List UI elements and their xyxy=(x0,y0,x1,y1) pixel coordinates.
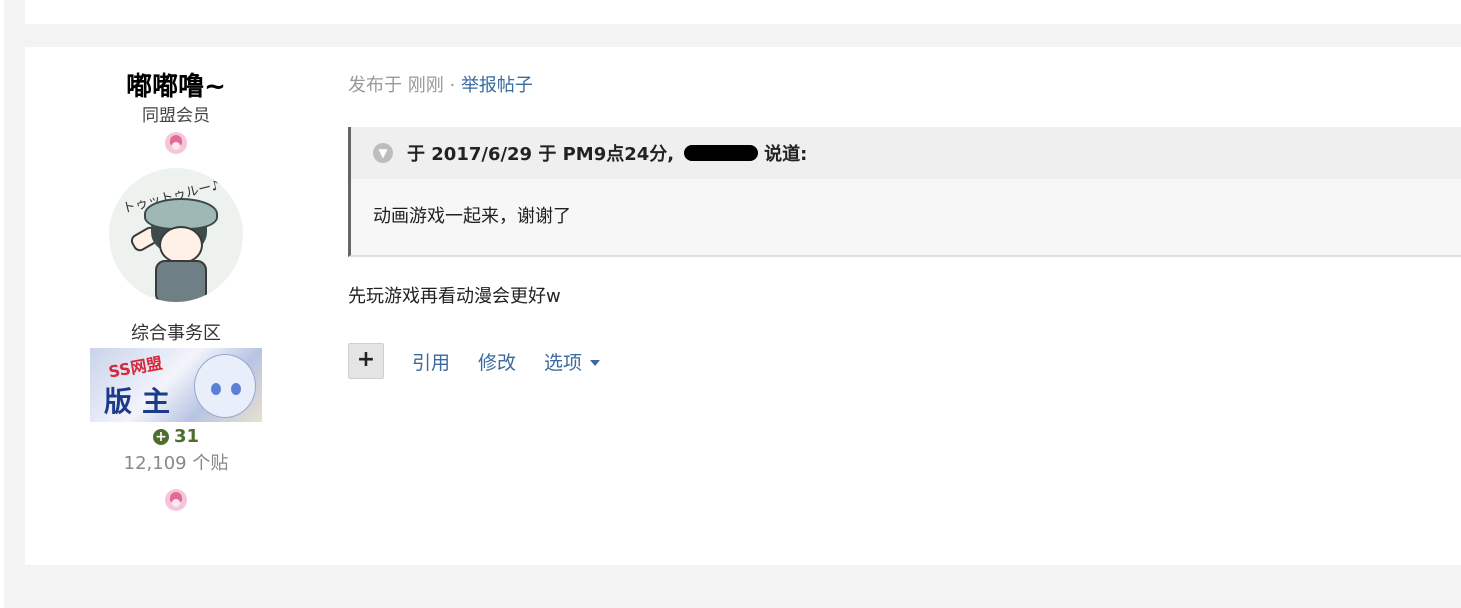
reputation-value: 31 xyxy=(173,426,200,447)
author-group: 同盟会员 xyxy=(142,106,210,126)
post-date: 发布于 刚刚 xyxy=(348,75,444,96)
plus-circle-icon: + xyxy=(152,429,169,445)
post-text: 先玩游戏再看动漫会更好w xyxy=(348,286,561,307)
author-name[interactable]: 嘟嘟噜~ xyxy=(90,71,262,103)
reputation: + 31 xyxy=(90,426,262,448)
options-label: 选项 xyxy=(544,351,583,374)
group-pip-icon xyxy=(165,132,187,154)
report-post-link[interactable]: 举报帖子 xyxy=(461,75,533,96)
plus-button[interactable]: + xyxy=(348,343,384,379)
avatar-face xyxy=(159,226,203,264)
post-meta: 发布于 刚刚 · 举报帖子 xyxy=(348,73,1461,99)
quote-block: ▼ 于 2017/6/29 于 PM9点24分, 说道: 动画游戏一起来，谢谢了 xyxy=(348,127,1461,257)
avatar-body xyxy=(155,260,207,302)
quote-button[interactable]: 引用 xyxy=(412,348,450,375)
badge-ss-text: SS网盟 xyxy=(107,353,164,382)
author-panel: 嘟嘟噜~ 同盟会员 トゥットゥルー♪ 综合事务区 SS网盟 版主 + 31 12… xyxy=(90,71,262,511)
caret-down-icon xyxy=(590,360,601,366)
post-body: 发布于 刚刚 · 举报帖子 ▼ 于 2017/6/29 于 PM9点24分, 说… xyxy=(348,73,1461,379)
quote-header-prefix: 于 2017/6/29 于 PM9点24分, xyxy=(407,144,675,165)
badge-main-text: 版主 xyxy=(104,385,181,418)
avatar[interactable]: トゥットゥルー♪ xyxy=(109,168,243,302)
previous-post-card xyxy=(25,0,1461,24)
edit-button[interactable]: 修改 xyxy=(478,348,516,375)
post-count: 12,109 个贴 xyxy=(123,453,229,474)
options-button[interactable]: 选项 xyxy=(544,348,601,375)
redacted-username xyxy=(684,145,759,161)
quote-text: 动画游戏一起来，谢谢了 xyxy=(373,206,571,227)
meta-separator: · xyxy=(449,75,456,96)
left-edge-strip xyxy=(0,0,4,608)
chevron-down-icon[interactable]: ▼ xyxy=(373,143,393,163)
quote-header-suffix: 说道: xyxy=(764,144,808,165)
post-actions: + 引用 修改 选项 xyxy=(348,343,1461,379)
quote-header: ▼ 于 2017/6/29 于 PM9点24分, 说道: xyxy=(351,127,1461,179)
moderator-badge-image: SS网盟 版主 xyxy=(90,348,262,422)
moderated-forum: 综合事务区 xyxy=(131,323,221,344)
badge-character-image xyxy=(194,354,256,418)
member-pip-icon xyxy=(165,489,187,511)
post-card: 嘟嘟噜~ 同盟会员 トゥットゥルー♪ 综合事务区 SS网盟 版主 + 31 12… xyxy=(25,47,1461,565)
